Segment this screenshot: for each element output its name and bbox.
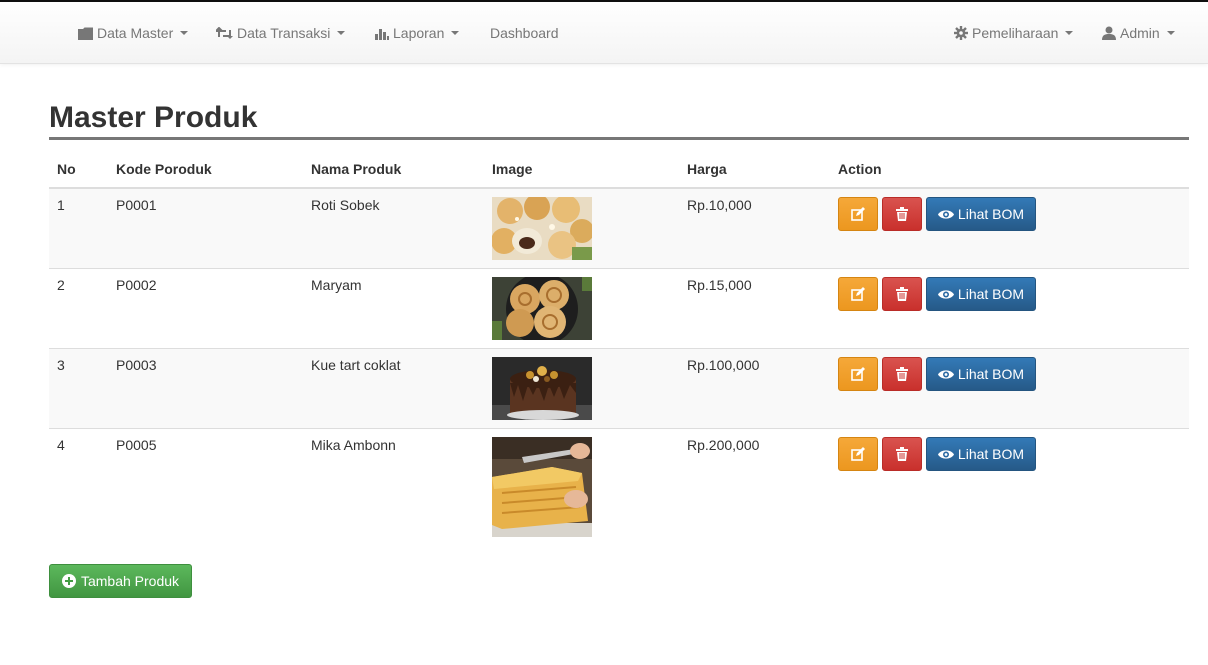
row-actions: Lihat BOM <box>838 197 1181 231</box>
edit-icon <box>851 207 865 221</box>
delete-button[interactable] <box>882 277 922 311</box>
edit-button[interactable] <box>838 197 878 231</box>
trash-icon <box>896 447 908 461</box>
lihat-bom-label: Lihat BOM <box>957 446 1025 462</box>
chevron-down-icon <box>451 31 460 35</box>
table-row: 4 P0005 Mika Ambonn Rp.200,000 Lihat BOM <box>49 428 1189 546</box>
col-header-image: Image <box>484 150 679 189</box>
lihat-bom-button[interactable]: Lihat BOM <box>926 357 1036 391</box>
nav-laporan[interactable]: Laporan <box>375 2 460 64</box>
trash-icon <box>896 367 908 381</box>
nav-data-master-label: Data Master <box>97 25 174 41</box>
nav-dashboard-label: Dashboard <box>490 25 559 41</box>
delete-button[interactable] <box>882 357 922 391</box>
nav-dashboard[interactable]: Dashboard <box>490 2 559 64</box>
chevron-down-icon <box>180 31 189 35</box>
edit-icon <box>851 447 865 461</box>
cell-nama: Roti Sobek <box>303 187 484 269</box>
cell-kode: P0001 <box>108 187 303 269</box>
edit-button[interactable] <box>838 357 878 391</box>
edit-icon <box>851 287 865 301</box>
nav-data-transaksi-label: Data Transaksi <box>237 25 331 41</box>
eye-icon <box>937 449 954 459</box>
cell-kode: P0002 <box>108 268 303 349</box>
nav-admin-label: Admin <box>1120 25 1160 41</box>
eye-icon <box>937 369 954 379</box>
col-header-action: Action <box>830 150 1189 189</box>
retweet-icon <box>216 26 233 39</box>
eye-icon <box>937 289 954 299</box>
table-row: 2 P0002 Maryam Rp.15,000 Lihat BOM <box>49 268 1189 349</box>
cell-harga: Rp.100,000 <box>679 348 830 429</box>
trash-icon <box>896 207 908 221</box>
lihat-bom-button[interactable]: Lihat BOM <box>926 437 1036 471</box>
cell-no: 2 <box>49 268 108 349</box>
table-header-row: No Kode Poroduk Nama Produk Image Harga … <box>49 150 1189 189</box>
nav-pemeliharaan[interactable]: Pemeliharaan <box>954 2 1074 64</box>
table-row: 3 P0003 Kue tart coklat Rp.100,000 Lihat… <box>49 348 1189 429</box>
lihat-bom-label: Lihat BOM <box>957 366 1025 382</box>
cog-icon <box>954 26 968 40</box>
user-icon <box>1102 26 1116 40</box>
row-actions: Lihat BOM <box>838 357 1181 391</box>
cell-no: 4 <box>49 428 108 546</box>
col-header-no: No <box>49 150 108 189</box>
eye-icon <box>937 209 954 219</box>
chevron-down-icon <box>1166 31 1175 35</box>
cell-nama: Mika Ambonn <box>303 428 484 546</box>
cell-harga: Rp.15,000 <box>679 268 830 349</box>
col-header-harga: Harga <box>679 150 830 189</box>
stats-icon <box>375 28 389 40</box>
tambah-produk-button[interactable]: Tambah Produk <box>49 564 192 598</box>
cell-harga: Rp.200,000 <box>679 428 830 546</box>
chevron-down-icon <box>337 31 346 35</box>
lihat-bom-label: Lihat BOM <box>957 286 1025 302</box>
delete-button[interactable] <box>882 437 922 471</box>
page-title: Master Produk <box>49 101 258 134</box>
cell-no: 3 <box>49 348 108 429</box>
navbar: Data Master Data Transaksi Laporan Dashb… <box>0 2 1208 64</box>
cell-nama: Maryam <box>303 268 484 349</box>
plus-circle-icon <box>61 574 76 588</box>
folder-icon <box>78 27 93 40</box>
nav-laporan-label: Laporan <box>393 25 445 41</box>
maryam-image <box>492 277 592 340</box>
title-divider <box>49 137 1189 140</box>
edit-button[interactable] <box>838 277 878 311</box>
cell-kode: P0005 <box>108 428 303 546</box>
table-row: 1 P0001 Roti Sobek Rp.10,000 Lihat BOM <box>49 187 1189 269</box>
nav-data-master[interactable]: Data Master <box>78 2 189 64</box>
cell-no: 1 <box>49 187 108 269</box>
nav-admin[interactable]: Admin <box>1102 2 1175 64</box>
row-actions: Lihat BOM <box>838 437 1181 471</box>
chevron-down-icon <box>1065 31 1074 35</box>
col-header-kode: Kode Poroduk <box>108 150 303 189</box>
edit-icon <box>851 367 865 381</box>
produk-table: No Kode Poroduk Nama Produk Image Harga … <box>49 150 1189 546</box>
lihat-bom-button[interactable]: Lihat BOM <box>926 197 1036 231</box>
nav-data-transaksi[interactable]: Data Transaksi <box>216 2 346 64</box>
lihat-bom-label: Lihat BOM <box>957 206 1025 222</box>
lihat-bom-button[interactable]: Lihat BOM <box>926 277 1036 311</box>
cell-nama: Kue tart coklat <box>303 348 484 429</box>
tambah-produk-label: Tambah Produk <box>80 573 180 589</box>
cell-kode: P0003 <box>108 348 303 429</box>
mika-ambonn-image <box>492 437 592 537</box>
delete-button[interactable] <box>882 197 922 231</box>
kue-tart-coklat-image <box>492 357 592 420</box>
col-header-nama: Nama Produk <box>303 150 484 189</box>
roti-sobek-image <box>492 197 592 260</box>
nav-pemeliharaan-label: Pemeliharaan <box>972 25 1059 41</box>
trash-icon <box>896 287 908 301</box>
edit-button[interactable] <box>838 437 878 471</box>
cell-harga: Rp.10,000 <box>679 187 830 269</box>
row-actions: Lihat BOM <box>838 277 1181 311</box>
